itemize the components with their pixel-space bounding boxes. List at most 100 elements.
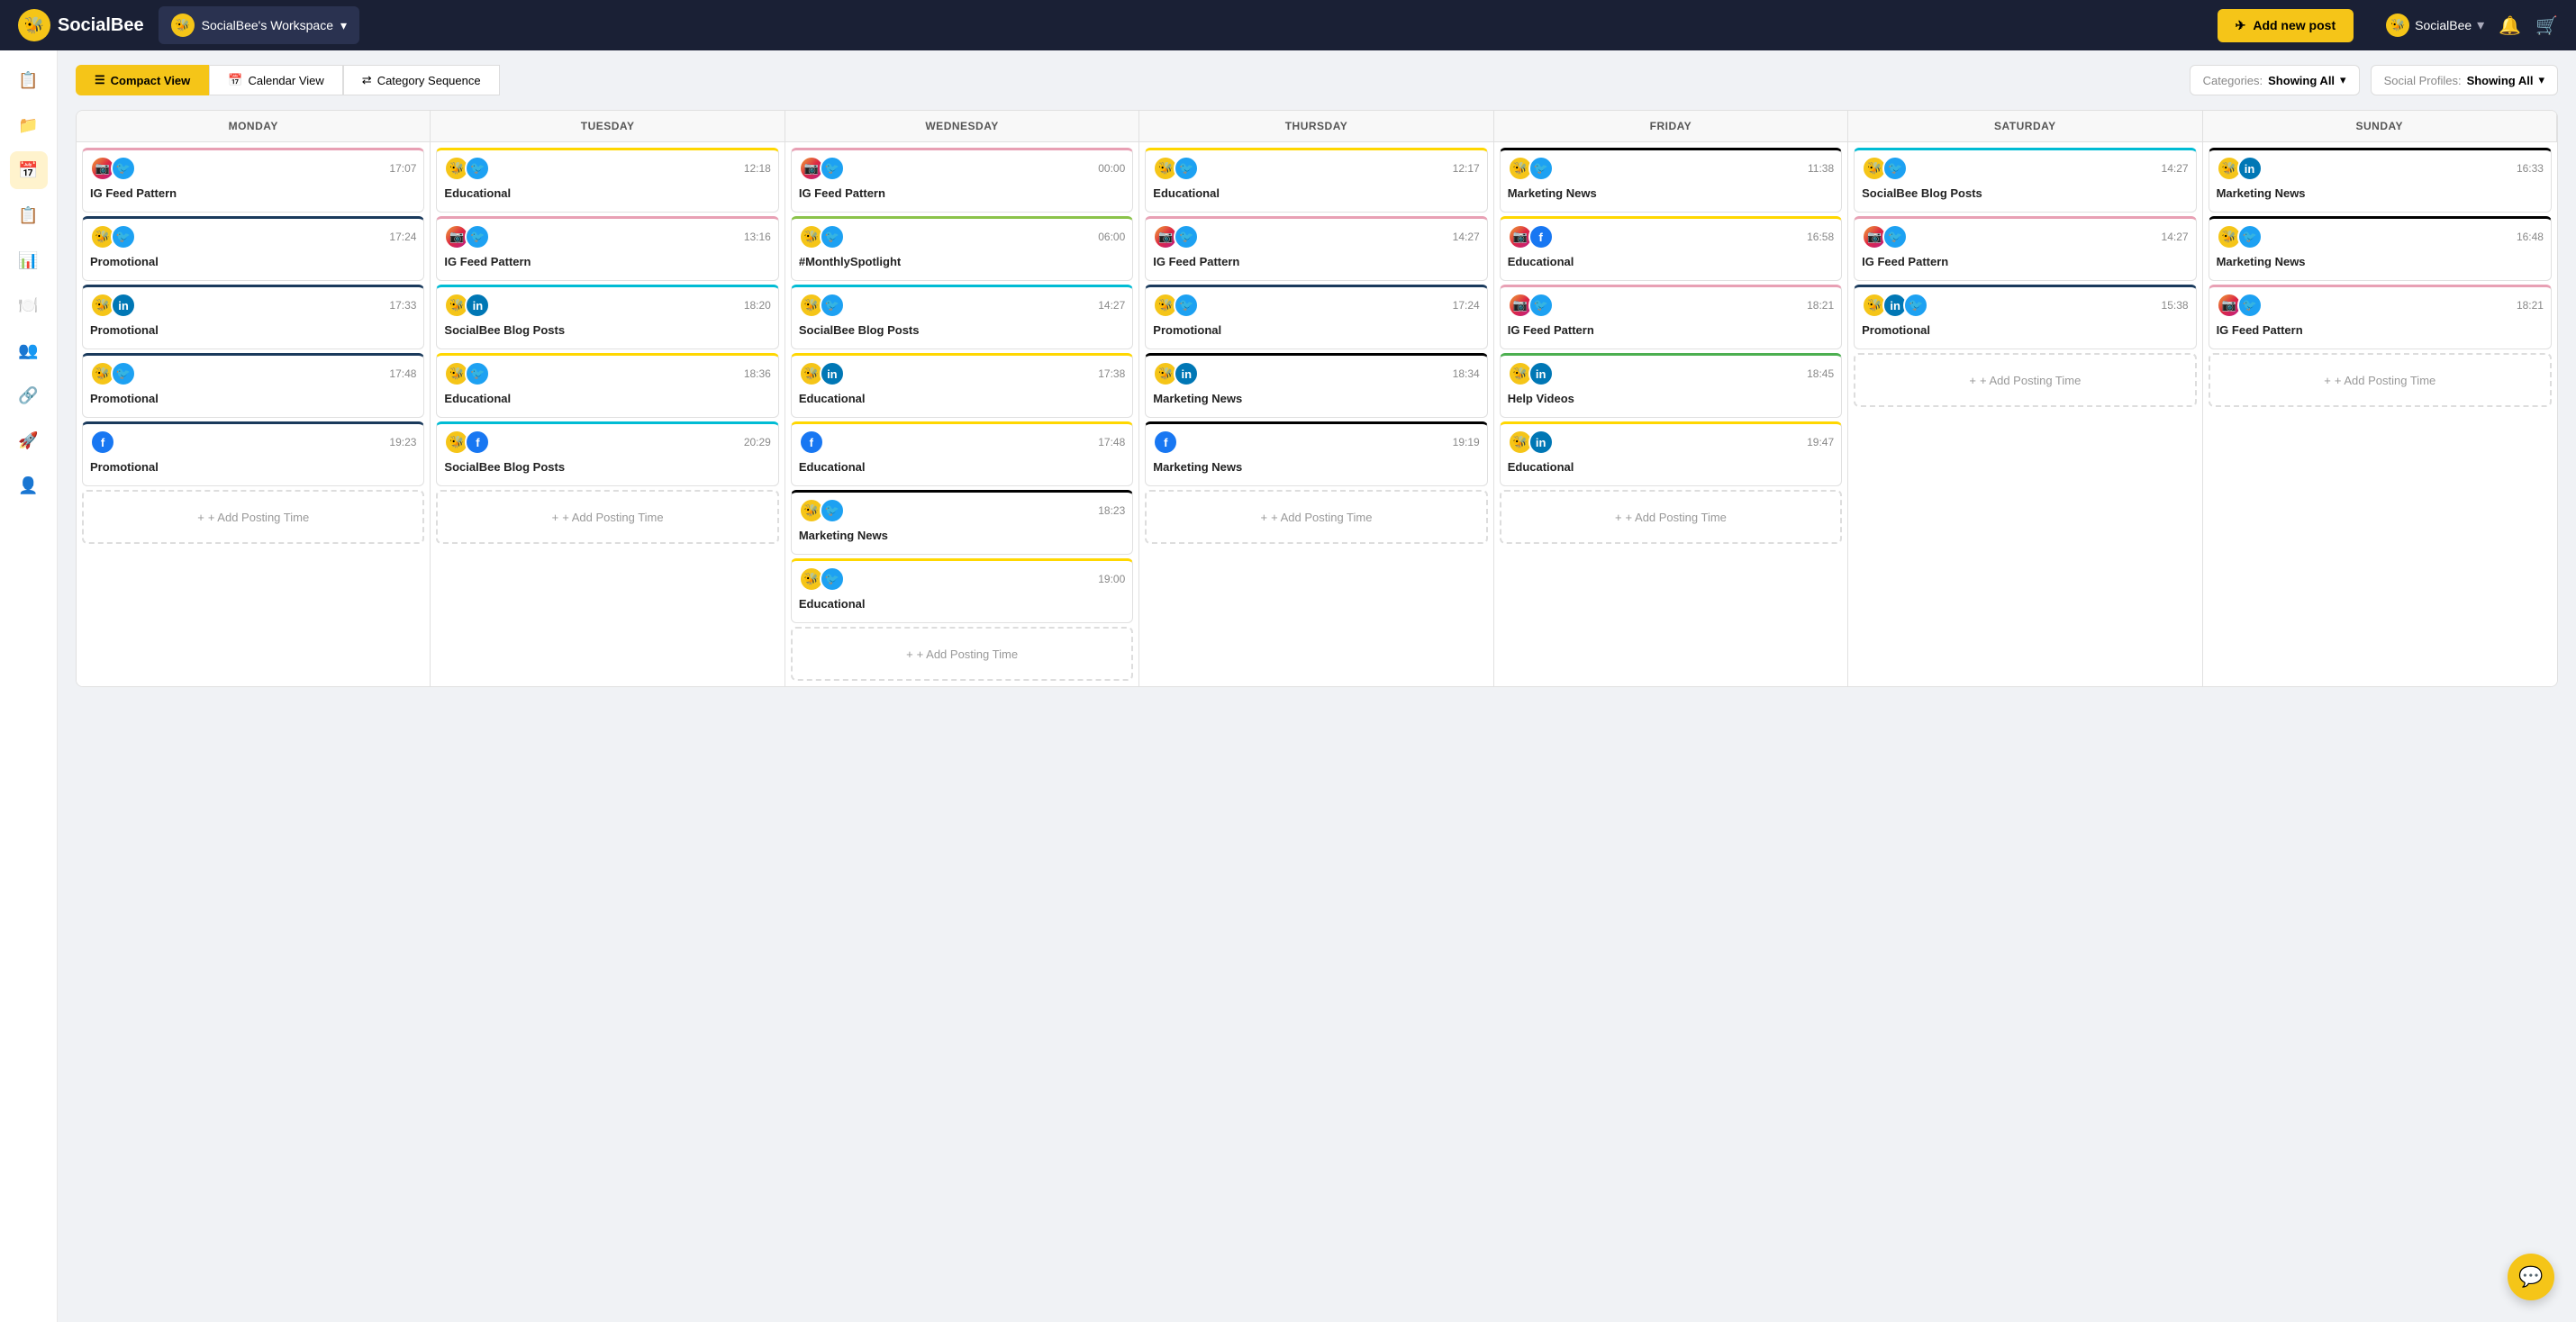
post-category: Educational (799, 460, 1125, 474)
cart-icon[interactable]: 🛒 (2535, 14, 2558, 37)
post-time: 18:34 (1453, 367, 1480, 380)
calendar-view-icon: 📅 (228, 73, 242, 87)
social-profiles-value: Showing All (2467, 74, 2534, 87)
user-area[interactable]: 🐝 SocialBee ▾ (2386, 14, 2484, 37)
post-category: Educational (799, 392, 1125, 405)
post-card[interactable]: 🐝 🐦 17:48 Promotional (82, 353, 424, 418)
calendar-view-button[interactable]: 📅 Calendar View (209, 65, 343, 95)
twitter-avatar: 🐦 (820, 293, 845, 318)
post-card[interactable]: 🐝 in 19:47 Educational (1500, 421, 1842, 486)
add-posting-time-sunday[interactable]: + + Add Posting Time (2209, 353, 2552, 407)
post-time: 16:48 (2517, 231, 2544, 243)
compact-view-button[interactable]: ☰ Compact View (76, 65, 209, 95)
post-card[interactable]: 🐝 🐦 11:38 Marketing News (1500, 148, 1842, 213)
day-header-wednesday: WEDNESDAY (785, 111, 1139, 142)
post-icons: 📷 🐦 (1508, 293, 1554, 318)
post-time: 19:00 (1098, 573, 1125, 585)
post-category: SocialBee Blog Posts (444, 460, 770, 474)
post-icons: 📷 🐦 (1153, 224, 1199, 249)
post-category: Marketing News (1508, 186, 1834, 200)
post-card[interactable]: 📷 🐦 18:21 IG Feed Pattern (2209, 285, 2552, 349)
post-card[interactable]: 📷 🐦 14:27 IG Feed Pattern (1145, 216, 1487, 281)
post-card[interactable]: 📷 🐦 14:27 IG Feed Pattern (1854, 216, 2196, 281)
post-card[interactable]: 🐝 🐦 17:24 Promotional (82, 216, 424, 281)
categories-dropdown[interactable]: Categories: Showing All ▾ (2190, 65, 2360, 95)
sidebar-item-folder[interactable]: 📁 (10, 106, 48, 144)
post-card[interactable]: 🐝 in 18:34 Marketing News (1145, 353, 1487, 418)
sidebar-item-list[interactable]: 📋 (10, 196, 48, 234)
sidebar-item-analytics[interactable]: 📊 (10, 241, 48, 279)
social-profiles-dropdown[interactable]: Social Profiles: Showing All ▾ (2371, 65, 2558, 95)
post-card[interactable]: 🐝 f 20:29 SocialBee Blog Posts (436, 421, 778, 486)
linkedin-avatar: in (1174, 361, 1199, 386)
post-card[interactable]: 🐝 🐦 16:48 Marketing News (2209, 216, 2552, 281)
post-category: Educational (444, 392, 770, 405)
category-sequence-button[interactable]: ⇄ Category Sequence (343, 65, 500, 95)
post-category: SocialBee Blog Posts (1862, 186, 2188, 200)
add-post-button[interactable]: ✈ Add new post (2218, 9, 2354, 42)
post-card[interactable]: f 17:48 Educational (791, 421, 1133, 486)
post-card[interactable]: 🐝 in 🐦 15:38 Promotional (1854, 285, 2196, 349)
post-card[interactable]: 🐝 in 18:45 Help Videos (1500, 353, 1842, 418)
twitter-avatar: 🐦 (2237, 293, 2263, 318)
post-icons: 📷 🐦 (90, 156, 136, 181)
add-posting-time-saturday[interactable]: + + Add Posting Time (1854, 353, 2196, 407)
linkedin-avatar: in (465, 293, 490, 318)
post-time: 19:23 (389, 436, 416, 448)
post-time: 19:19 (1453, 436, 1480, 448)
notification-icon[interactable]: 🔔 (2499, 14, 2521, 37)
post-card[interactable]: 🐝 🐦 18:23 Marketing News (791, 490, 1133, 555)
sidebar-item-calendar[interactable]: 📅 (10, 151, 48, 189)
post-icons: 🐝 f (444, 430, 490, 455)
post-category: IG Feed Pattern (2217, 323, 2544, 337)
post-card[interactable]: f 19:23 Promotional (82, 421, 424, 486)
sidebar-item-campaigns[interactable]: 🚀 (10, 421, 48, 459)
post-card[interactable]: 🐝 in 16:33 Marketing News (2209, 148, 2552, 213)
post-card[interactable]: 🐝 🐦 12:18 Educational (436, 148, 778, 213)
post-icons: 🐝 🐦 (444, 156, 490, 181)
post-time: 18:45 (1807, 367, 1834, 380)
post-card[interactable]: 🐝 🐦 12:17 Educational (1145, 148, 1487, 213)
post-card[interactable]: 📷 🐦 18:21 IG Feed Pattern (1500, 285, 1842, 349)
post-card[interactable]: 🐝 in 17:33 Promotional (82, 285, 424, 349)
post-card[interactable]: 📷 🐦 13:16 IG Feed Pattern (436, 216, 778, 281)
add-posting-time-friday[interactable]: + + Add Posting Time (1500, 490, 1842, 544)
sidebar-item-audience[interactable]: 👥 (10, 331, 48, 369)
twitter-avatar: 🐦 (820, 156, 845, 181)
logo-bee-icon: 🐝 (18, 9, 50, 41)
linkedin-avatar: in (2237, 156, 2263, 181)
chat-button[interactable]: 💬 (2508, 1254, 2554, 1300)
post-category: Educational (444, 186, 770, 200)
post-card[interactable]: 📷 🐦 00:00 IG Feed Pattern (791, 148, 1133, 213)
sidebar-item-profile[interactable]: 👤 (10, 466, 48, 504)
filter-controls: Categories: Showing All ▾ Social Profile… (2190, 65, 2558, 95)
post-card[interactable]: 🐝 🐦 14:27 SocialBee Blog Posts (1854, 148, 2196, 213)
twitter-avatar: 🐦 (1174, 156, 1199, 181)
add-posting-time-tuesday[interactable]: + + Add Posting Time (436, 490, 778, 544)
post-time: 14:27 (2162, 231, 2189, 243)
post-time: 17:48 (389, 367, 416, 380)
post-time: 06:00 (1098, 231, 1125, 243)
twitter-avatar: 🐦 (1528, 156, 1554, 181)
post-card[interactable]: 🐝 🐦 14:27 SocialBee Blog Posts (791, 285, 1133, 349)
post-card[interactable]: 🐝 🐦 18:36 Educational (436, 353, 778, 418)
post-card[interactable]: f 19:19 Marketing News (1145, 421, 1487, 486)
sidebar-item-clipboard[interactable]: 📋 (10, 61, 48, 99)
post-card[interactable]: 🐝 in 18:20 SocialBee Blog Posts (436, 285, 778, 349)
post-card[interactable]: 📷 f 16:58 Educational (1500, 216, 1842, 281)
add-posting-time-wednesday[interactable]: + + Add Posting Time (791, 627, 1133, 681)
sidebar-item-inbox[interactable]: 🍽️ (10, 286, 48, 324)
post-time: 17:48 (1098, 436, 1125, 448)
post-card[interactable]: 📷 🐦 17:07 IG Feed Pattern (82, 148, 424, 213)
sidebar-item-links[interactable]: 🔗 (10, 376, 48, 414)
twitter-avatar: 🐦 (1174, 293, 1199, 318)
day-header-tuesday: TUESDAY (431, 111, 785, 142)
add-posting-time-thursday[interactable]: + + Add Posting Time (1145, 490, 1487, 544)
post-card[interactable]: 🐝 🐦 17:24 Promotional (1145, 285, 1487, 349)
post-card[interactable]: 🐝 🐦 19:00 Educational (791, 558, 1133, 623)
add-posting-time-monday[interactable]: + + Add Posting Time (82, 490, 424, 544)
post-card[interactable]: 🐝 🐦 06:00 #MonthlySpotlight (791, 216, 1133, 281)
post-card[interactable]: 🐝 in 17:38 Educational (791, 353, 1133, 418)
post-time: 18:36 (744, 367, 771, 380)
workspace-button[interactable]: 🐝 SocialBee's Workspace ▾ (159, 6, 359, 44)
